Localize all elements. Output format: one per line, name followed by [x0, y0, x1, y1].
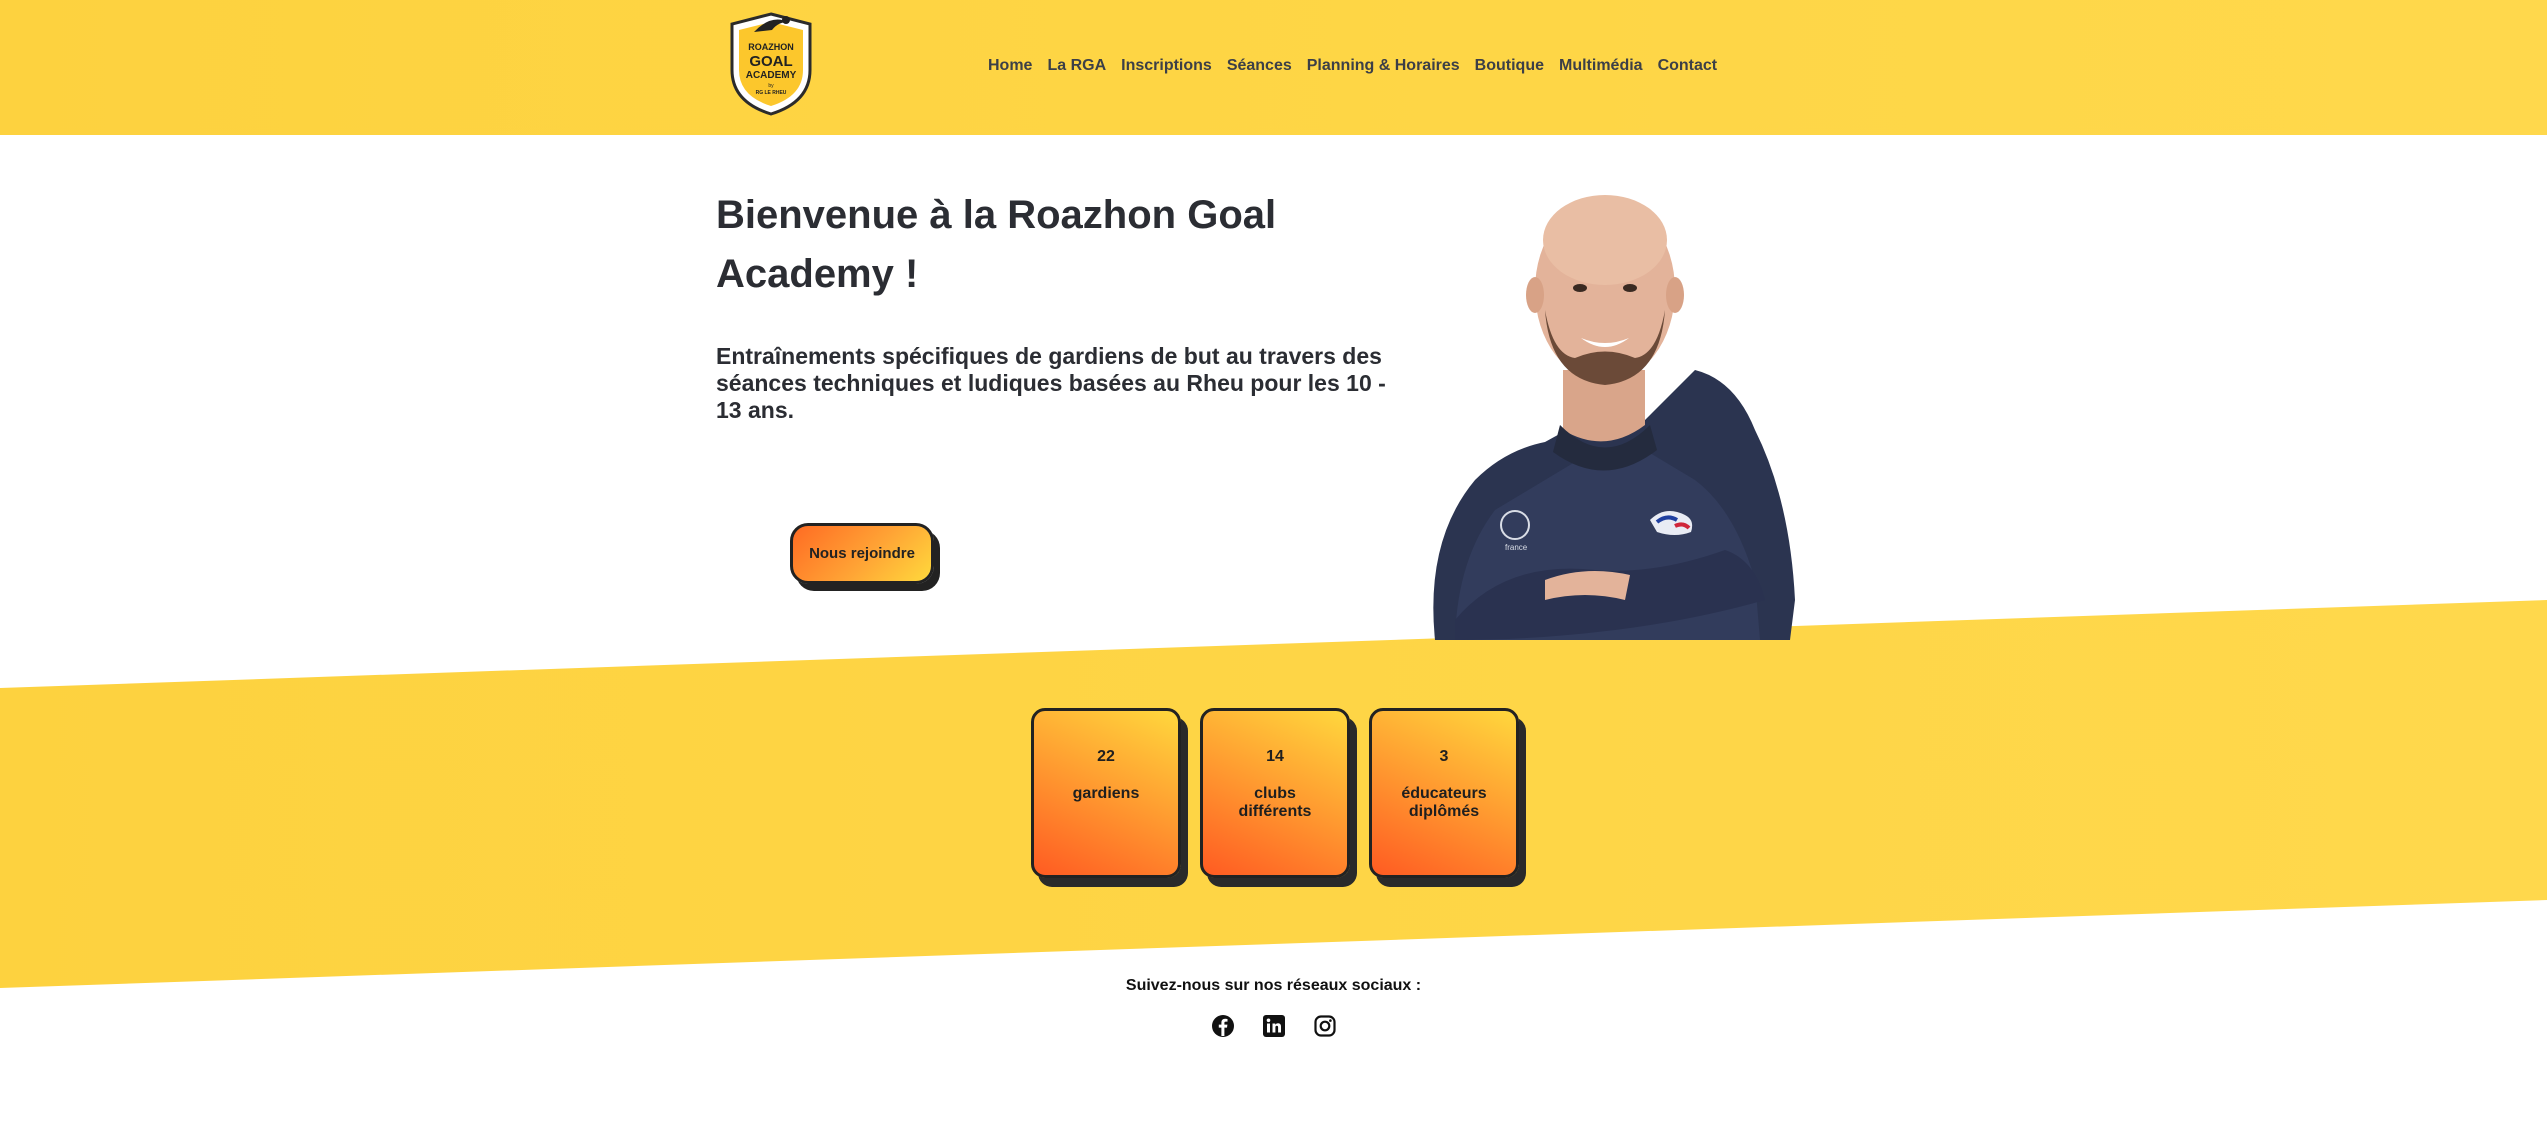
stat-value: 3 [1439, 748, 1449, 765]
instagram-icon[interactable] [1313, 1014, 1337, 1038]
svg-text:ACADEMY: ACADEMY [746, 70, 797, 81]
stat-card-clubs: 14 clubs différents [1200, 708, 1350, 878]
stat-card-gardiens: 22 gardiens [1031, 708, 1181, 878]
nav-home[interactable]: Home [988, 54, 1032, 78]
hero-subtitle: Entraînements spécifiques de gardiens de… [716, 343, 1386, 423]
nav-inscriptions[interactable]: Inscriptions [1121, 54, 1212, 78]
stat-label: clubs différents [1238, 785, 1312, 820]
nav-la-rga[interactable]: La RGA [1047, 54, 1106, 78]
hero-title: Bienvenue à la Roazhon Goal Academy ! [716, 193, 1277, 296]
join-button[interactable]: Nous rejoindre [790, 523, 934, 584]
main-nav: Home La RGA Inscriptions Séances Plannin… [988, 54, 1732, 78]
social-title: Suivez-nous sur nos réseaux sociaux : [1125, 977, 1422, 994]
nav-multimedia[interactable]: Multimédia [1559, 54, 1643, 78]
social-links [1211, 1014, 1337, 1038]
svg-text:ROAZHON: ROAZHON [748, 42, 794, 52]
stat-value: 14 [1266, 748, 1284, 765]
nav-seances[interactable]: Séances [1227, 54, 1292, 78]
svg-text:france: france [1505, 543, 1528, 552]
stats-row: 22 gardiens 14 clubs différents 3 éducat… [1031, 708, 1519, 878]
stat-label: éducateurs diplômés [1401, 785, 1487, 820]
site-header: ROAZHON GOAL ACADEMY by RG LE RHEU Home … [0, 0, 2547, 135]
facebook-icon[interactable] [1211, 1014, 1235, 1038]
nav-contact[interactable]: Contact [1658, 54, 1718, 78]
nav-planning-horaires[interactable]: Planning & Horaires [1307, 54, 1460, 78]
linkedin-icon[interactable] [1262, 1014, 1286, 1038]
stat-card-educateurs: 3 éducateurs diplômés [1369, 708, 1519, 878]
stat-value: 22 [1097, 748, 1115, 765]
svg-text:by: by [768, 83, 774, 89]
roazhon-goal-academy-logo[interactable]: ROAZHON GOAL ACADEMY by RG LE RHEU [726, 10, 816, 118]
stat-label: gardiens [1072, 785, 1140, 802]
svg-text:RG LE RHEU: RG LE RHEU [756, 90, 787, 96]
coach-photo: france [1433, 195, 1795, 640]
nav-boutique[interactable]: Boutique [1475, 54, 1544, 78]
svg-text:GOAL: GOAL [749, 53, 792, 70]
